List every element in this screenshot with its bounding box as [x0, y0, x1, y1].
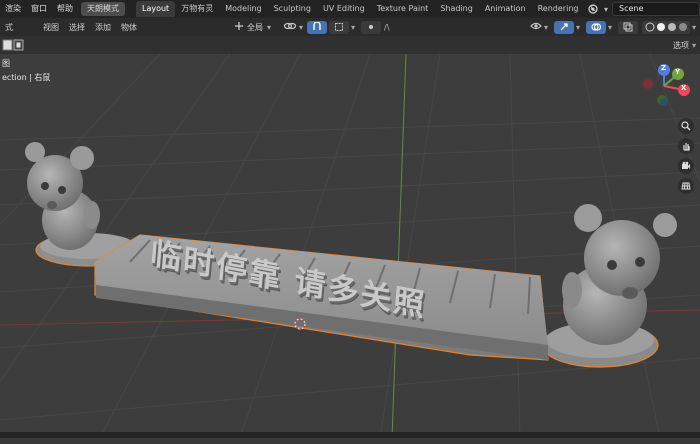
gizmo-x-label: X — [681, 84, 687, 92]
grid-icon[interactable] — [678, 178, 694, 194]
visibility-icon[interactable] — [530, 21, 542, 33]
menu-render[interactable]: 渲染 — [0, 0, 26, 18]
top-menu-bar: 渲染 窗口 帮助 天朗模式 Layout 万物有灵 Modeling Sculp… — [0, 0, 700, 18]
select-box-icon[interactable] — [2, 39, 24, 51]
3d-viewport[interactable]: 临时停靠 请多关照 图 ection | 右鼠 Z Y X — [0, 54, 700, 438]
tab-sculpting[interactable]: Sculpting — [268, 1, 317, 17]
scene-name-field[interactable]: Scene — [612, 2, 700, 16]
tab-shading[interactable]: Shading — [434, 1, 479, 17]
orientation-icon — [234, 21, 244, 33]
overlay-icon[interactable] — [585, 20, 606, 34]
gizmo-z-label: Z — [661, 64, 667, 72]
hand-icon[interactable] — [678, 138, 694, 154]
snap-target-icon[interactable] — [329, 20, 350, 34]
pivot-group: ▾ ▾ /\ — [283, 20, 389, 34]
tool-header: 选项 ▾ — [0, 36, 700, 54]
interaction-mode[interactable]: 式 — [0, 22, 18, 33]
object-info-label: ection | 右鼠 — [2, 73, 51, 82]
menu-help[interactable]: 帮助 — [52, 0, 78, 18]
chevron-down-icon[interactable]: ▾ — [608, 23, 612, 32]
tab-modeling[interactable]: Modeling — [219, 1, 267, 17]
view-name-label: 图 — [2, 59, 10, 68]
orientation-label: 全局 — [247, 22, 263, 32]
menu-add[interactable]: 添加 — [90, 22, 116, 33]
chevron-down-icon[interactable]: ▾ — [576, 23, 580, 32]
chevron-down-icon[interactable]: ▾ — [351, 23, 355, 32]
workspace-tabs: Layout 万物有灵 Modeling Sculpting UV Editin… — [136, 1, 602, 17]
tab-layout[interactable]: Layout — [136, 1, 176, 17]
right-mouse-figure[interactable] — [562, 204, 677, 345]
menu-object[interactable]: 物体 — [116, 22, 142, 33]
menu-window[interactable]: 窗口 — [26, 0, 52, 18]
proportional-icon[interactable] — [361, 20, 382, 34]
navigation-gizmo[interactable]: Z Y X — [634, 62, 698, 118]
chevron-down-icon[interactable]: ▾ — [299, 23, 303, 32]
viewport-canvas — [0, 54, 700, 438]
tab-texture-paint[interactable]: Texture Paint — [371, 1, 435, 17]
options-label: 选项 — [672, 40, 689, 50]
tab-rendering[interactable]: Rendering — [532, 1, 585, 17]
link-icon[interactable] — [283, 21, 297, 33]
menu-select[interactable]: 选择 — [64, 22, 90, 33]
tab-animation[interactable]: Animation — [479, 1, 532, 17]
blender-window: 渲染 窗口 帮助 天朗模式 Layout 万物有灵 Modeling Sculp… — [0, 0, 700, 444]
viewport-display-controls: ▾ ▾ ▾ ▾ — [530, 20, 700, 34]
gizmo-y-label: Y — [675, 68, 681, 76]
viewport-header: 式 视图 选择 添加 物体 全局 ▾ ▾ ▾ /\ ▾ ▾ ▾ ▾ — [0, 18, 700, 36]
scene-selector: ▾ Scene — [586, 0, 700, 18]
tab-custom[interactable]: 万物有灵 — [175, 1, 219, 17]
scene-icon[interactable] — [586, 2, 600, 16]
shading-icon[interactable] — [641, 20, 690, 34]
left-mouse-figure[interactable] — [25, 142, 100, 250]
transform-orientation[interactable]: 全局 ▾ — [234, 20, 271, 34]
falloff-icon[interactable]: /\ — [384, 23, 389, 32]
chevron-down-icon: ▾ — [267, 22, 272, 32]
zoom-icon[interactable] — [678, 118, 694, 134]
mode-button[interactable]: 天朗模式 — [81, 2, 125, 16]
snap-icon[interactable] — [307, 20, 328, 34]
scene-dropdown-icon[interactable]: ▾ — [604, 5, 608, 14]
xray-icon[interactable] — [617, 20, 638, 34]
menu-view[interactable]: 视图 — [38, 22, 64, 33]
chevron-down-icon[interactable]: ▾ — [692, 23, 696, 32]
tab-uv-editing[interactable]: UV Editing — [317, 1, 371, 17]
chevron-down-icon: ▾ — [691, 40, 696, 50]
chevron-down-icon[interactable]: ▾ — [544, 23, 548, 32]
status-bar — [0, 432, 700, 438]
options-dropdown[interactable]: 选项 ▾ — [673, 40, 696, 51]
gizmo-icon[interactable] — [553, 20, 574, 34]
camera-icon[interactable] — [678, 158, 694, 174]
y-axis-line — [391, 54, 407, 438]
